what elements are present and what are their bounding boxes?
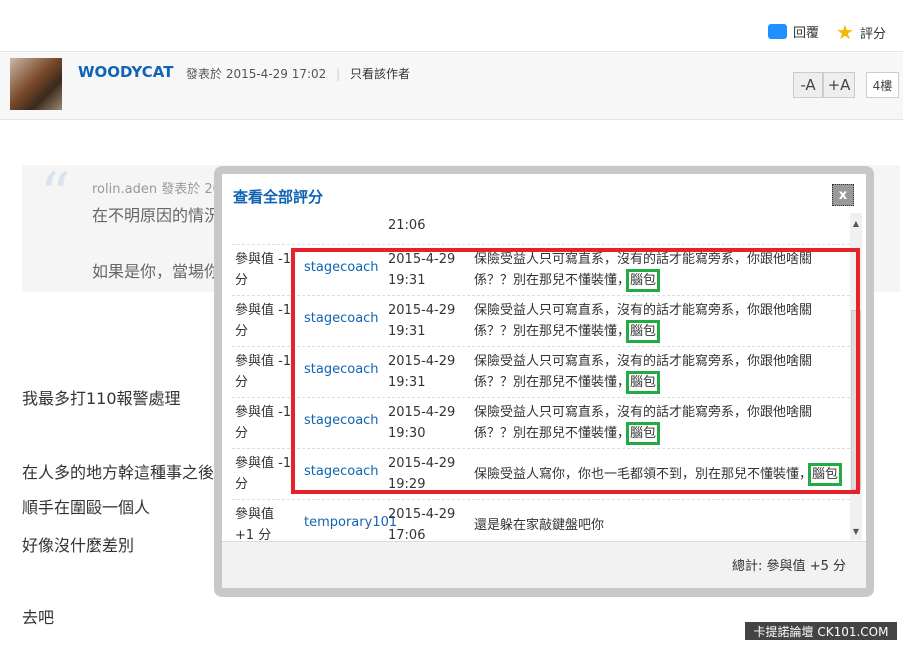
total-score: 總計: 參與值 +5 分: [732, 559, 846, 574]
post-time: 發表於 2015-4-29 17:02: [186, 67, 327, 81]
rating-row: 參與值 +1 分 temporary101 2015-4-29 17:06 還是躲在家敲…: [232, 500, 850, 540]
watermark: 卡提諾論壇 CK101.COM: [745, 622, 897, 640]
quote-line: 在不明原因的情況: [92, 206, 221, 225]
rating-score: 參與值 -1 分: [235, 456, 292, 492]
rating-score: 參與值 -1 分: [235, 354, 292, 390]
rating-score: 參與值 -1 分: [235, 303, 292, 339]
dialog-footer: 總計: 參與值 +5 分: [222, 541, 866, 588]
rating-date: 2015-4-29: [388, 507, 456, 522]
rating-time: 21:06: [388, 213, 425, 236]
post-text-line: 去吧: [22, 608, 55, 627]
rating-time: 2015-4-29 17:06: [388, 504, 455, 540]
font-increase-button[interactable]: +A: [823, 72, 855, 98]
avatar[interactable]: [10, 58, 62, 110]
post-text-line: 好像沒什麼差別: [22, 536, 135, 555]
reason-text: 還是躲在家敲鍵盤吧你: [474, 518, 605, 533]
floor-number[interactable]: 4樓: [866, 72, 899, 98]
quote-line: 如果是你，當場你: [92, 262, 221, 281]
scroll-up-icon[interactable]: ▲: [850, 219, 862, 228]
only-author-link[interactable]: 只看該作者: [350, 67, 410, 81]
speech-bubble-icon: [768, 24, 787, 39]
close-button[interactable]: x: [832, 184, 854, 206]
post-text-line: 在人多的地方幹這種事之後: [22, 463, 215, 482]
rating-reason: 還是躲在家敲鍵盤吧你: [474, 515, 850, 536]
rating-score: 分: [235, 213, 297, 240]
scroll-down-icon[interactable]: ▼: [850, 527, 862, 536]
post-text-line: 順手在圍毆一個人: [22, 498, 151, 517]
rating-score: 參與值 -1 分: [235, 252, 292, 288]
rate-button[interactable]: ★ 評分: [836, 20, 886, 44]
rating-clock: 21:06: [388, 218, 426, 233]
post-text-line: 我最多打110報警處理: [22, 389, 181, 408]
quote-header: rolin.aden 發表於 20: [92, 182, 221, 197]
rater-link[interactable]: temporary101: [304, 515, 397, 530]
annotation-red-box: [291, 248, 860, 494]
author-name[interactable]: WOODYCAT: [78, 63, 173, 81]
reply-button[interactable]: 回覆: [768, 22, 819, 41]
post-meta: 發表於 2015-4-29 17:02 | 只看該作者: [186, 67, 411, 81]
star-icon: ★: [836, 20, 854, 44]
dialog-title: 查看全部評分: [233, 188, 324, 206]
rating-score: 參與值 +1 分: [235, 507, 275, 540]
font-decrease-button[interactable]: -A: [793, 72, 823, 98]
rating-score: 參與值 -1 分: [235, 405, 292, 441]
rating-row: 分laocoon21:06你適合在大陸生存 因為你就是自由的天敵: [232, 213, 850, 245]
rating-clock: 17:06: [388, 528, 426, 540]
quote-mark-icon: “: [40, 160, 71, 230]
